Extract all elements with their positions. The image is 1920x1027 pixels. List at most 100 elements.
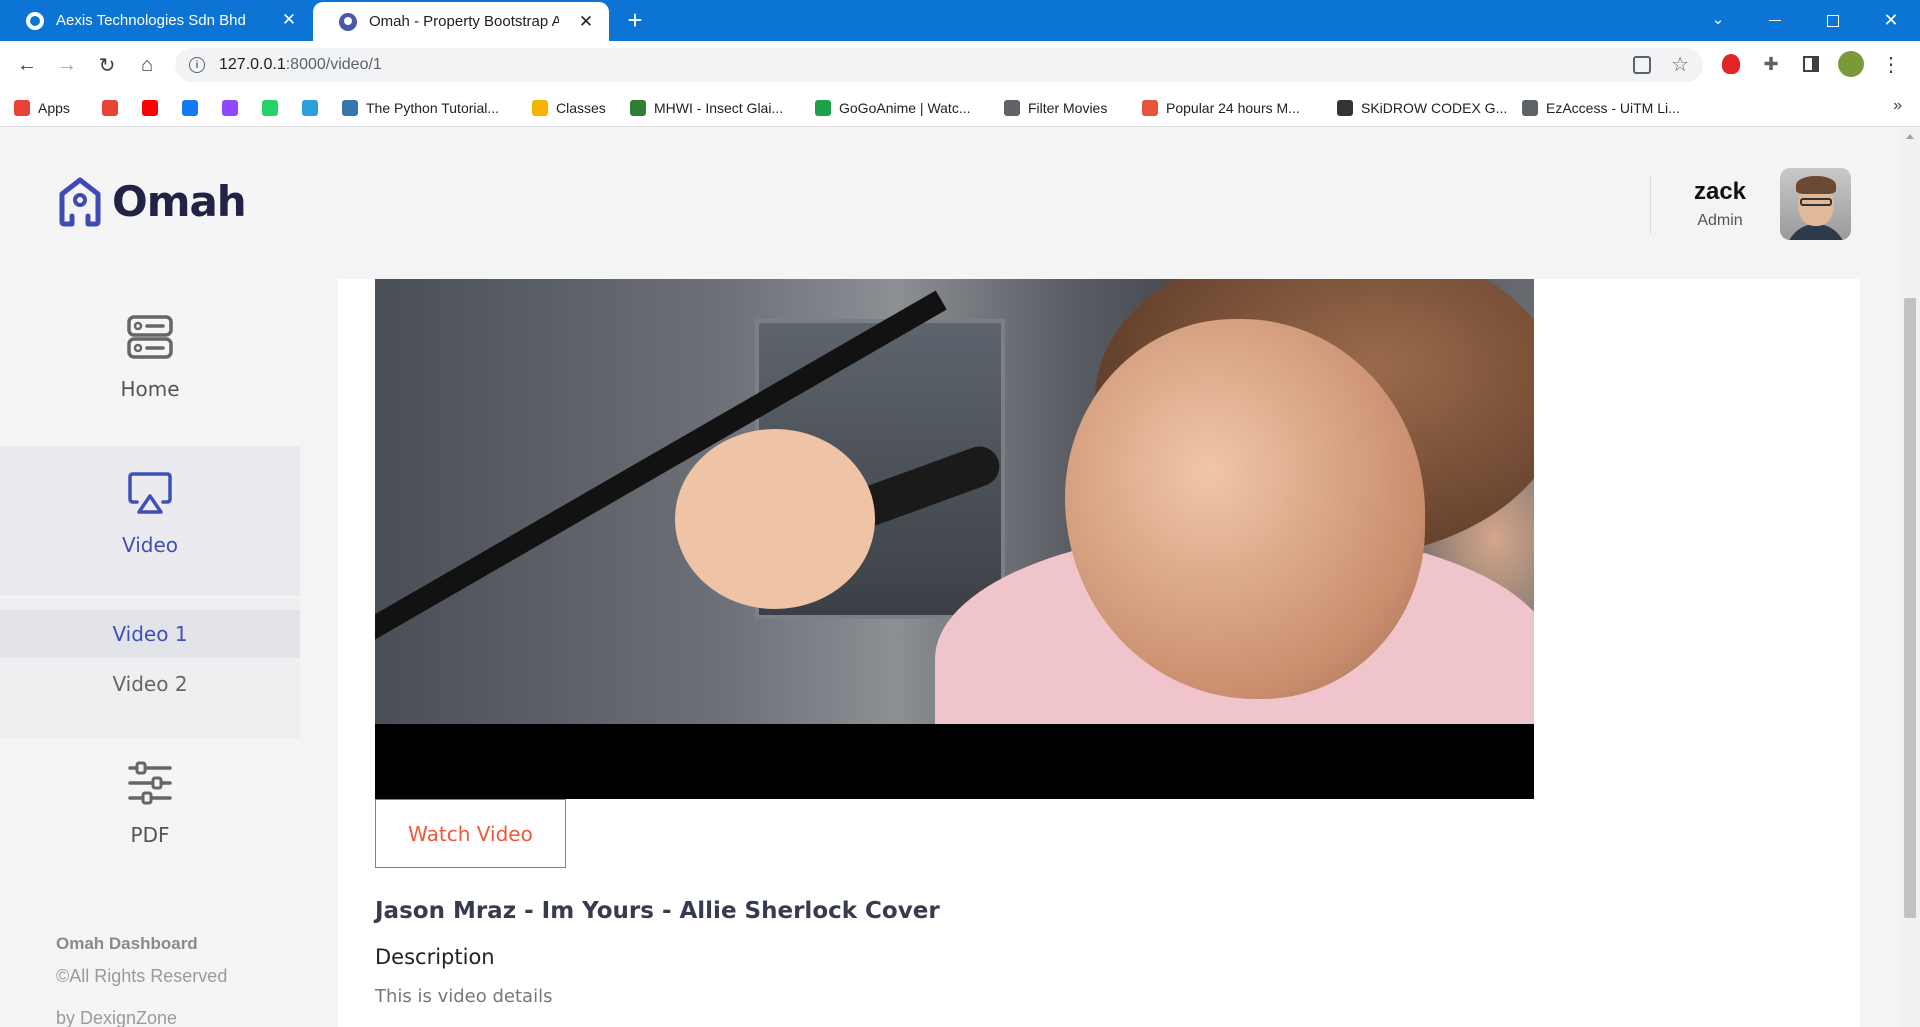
bookmark-item[interactable]: Popular 24 hours M... bbox=[1142, 98, 1300, 118]
avatar[interactable] bbox=[1780, 168, 1851, 240]
skull-icon bbox=[1337, 100, 1353, 116]
bookmark-item[interactable]: Filter Movies bbox=[1004, 98, 1107, 118]
extensions-puzzle-icon[interactable]: ✚ bbox=[1760, 53, 1782, 75]
description-heading: Description bbox=[375, 945, 495, 969]
bookmark-item[interactable] bbox=[142, 98, 158, 118]
omah-favicon-icon bbox=[339, 12, 357, 31]
bookmark-label: Classes bbox=[556, 100, 606, 116]
python-icon bbox=[342, 100, 358, 116]
window-close-button[interactable]: ✕ bbox=[1868, 0, 1914, 41]
sidebar-item-home[interactable]: Home bbox=[0, 314, 300, 414]
tab-search-icon[interactable]: ⌄ bbox=[1706, 10, 1730, 32]
forward-arrow-icon[interactable]: → bbox=[52, 50, 82, 80]
globe-icon bbox=[1522, 100, 1538, 116]
bookmark-star-icon[interactable]: ☆ bbox=[1671, 52, 1689, 77]
bookmark-item[interactable]: Classes bbox=[532, 98, 606, 118]
bookmark-label: MHWI - Insect Glai... bbox=[654, 100, 784, 116]
footer-by: by DexignZone bbox=[56, 1008, 178, 1027]
browser-tab-active[interactable]: Omah - Property Bootstrap Adm ✕ bbox=[313, 2, 609, 41]
close-icon[interactable]: ✕ bbox=[575, 11, 597, 33]
sidebar-item-video[interactable]: Video bbox=[0, 446, 300, 596]
bookmarks-bar: » Apps The Python Tutorial... Classes MHWI … bbox=[0, 89, 1920, 127]
sidebar-item-pdf[interactable]: PDF bbox=[0, 760, 300, 860]
video-thumbnail-image bbox=[375, 279, 1534, 724]
home-icon[interactable]: ⌂ bbox=[132, 50, 162, 80]
footer-title: Omah Dashboard bbox=[56, 934, 198, 953]
profile-avatar-icon[interactable] bbox=[1838, 51, 1864, 77]
back-arrow-icon[interactable]: ← bbox=[12, 50, 42, 80]
video-title: Jason Mraz - Im Yours - Allie Sherlock C… bbox=[375, 898, 940, 924]
mhwi-icon bbox=[630, 100, 646, 116]
globe-icon bbox=[1004, 100, 1020, 116]
bookmark-label: EzAccess - UiTM Li... bbox=[1546, 100, 1680, 116]
youtube-icon bbox=[142, 100, 158, 116]
bookmark-item[interactable]: MHWI - Insect Glai... bbox=[630, 98, 783, 118]
url-path: :8000/video/1 bbox=[285, 56, 382, 73]
submenu-item-video-2[interactable]: Video 2 bbox=[0, 660, 300, 708]
bookmark-label: Filter Movies bbox=[1028, 100, 1108, 116]
side-panel-icon[interactable] bbox=[1800, 53, 1822, 75]
airplay-icon bbox=[127, 470, 173, 521]
user-role: Admin bbox=[1697, 212, 1743, 229]
address-bar[interactable]: i 127.0.0.1 :8000/video/1 ☆ bbox=[175, 48, 1703, 82]
reload-icon[interactable]: ↻ bbox=[92, 50, 122, 80]
bookmark-label: The Python Tutorial... bbox=[366, 100, 500, 116]
user-name[interactable]: zack bbox=[1660, 178, 1780, 206]
bookmark-item[interactable] bbox=[182, 98, 198, 118]
header-divider bbox=[1650, 176, 1651, 234]
logo[interactable]: Omah bbox=[58, 176, 247, 227]
bookmark-item[interactable] bbox=[222, 98, 238, 118]
x-icon bbox=[1142, 100, 1158, 116]
submenu-item-video-1[interactable]: Video 1 bbox=[0, 610, 300, 658]
bookmark-item[interactable]: GoGoAnime | Watc... bbox=[815, 98, 971, 118]
telegram-icon bbox=[302, 100, 318, 116]
whatsapp-icon bbox=[262, 100, 278, 116]
bookmark-item[interactable]: EzAccess - UiTM Li... bbox=[1522, 98, 1680, 118]
apps-grid-icon bbox=[14, 100, 30, 116]
browser-tab-strip: Aexis Technologies Sdn Bhd ✕ Omah - Prop… bbox=[0, 0, 1920, 41]
video-thumbnail[interactable] bbox=[375, 279, 1534, 799]
url-host: 127.0.0.1 bbox=[219, 56, 286, 73]
sidebar-item-label: PDF bbox=[130, 823, 170, 847]
page-scrollbar[interactable] bbox=[1900, 128, 1920, 1027]
new-tab-button[interactable]: + bbox=[622, 7, 648, 34]
bookmark-item[interactable]: Apps bbox=[14, 98, 70, 118]
site-info-icon[interactable]: i bbox=[189, 57, 205, 73]
bookmark-item[interactable]: The Python Tutorial... bbox=[342, 98, 499, 118]
footer-rights: ©All Rights Reserved bbox=[56, 966, 228, 986]
logo-text: Omah bbox=[112, 176, 247, 226]
close-icon[interactable]: ✕ bbox=[278, 9, 300, 31]
server-icon bbox=[127, 314, 173, 365]
bookmark-label: Popular 24 hours M... bbox=[1166, 100, 1300, 116]
maximize-button[interactable] bbox=[1810, 0, 1856, 41]
bookmark-item[interactable] bbox=[302, 98, 318, 118]
gmail-icon bbox=[102, 100, 118, 116]
scroll-up-arrow-icon[interactable] bbox=[1906, 134, 1914, 139]
sidebar-item-label: Video bbox=[121, 533, 179, 557]
house-logo-icon bbox=[58, 176, 102, 227]
bookmark-label: SKiDROW CODEX G... bbox=[1361, 100, 1508, 116]
sliders-icon bbox=[127, 760, 173, 811]
kebab-menu-icon[interactable]: ⋮ bbox=[1880, 53, 1902, 76]
share-icon[interactable] bbox=[1633, 56, 1651, 74]
bookmark-item[interactable] bbox=[102, 98, 118, 118]
page: Omah Home Video Video 1 Video 2 PDF Omah… bbox=[0, 128, 1920, 1027]
scroll-thumb[interactable] bbox=[1904, 298, 1916, 918]
gogoanime-icon bbox=[815, 100, 831, 116]
video-submenu: Video 1 Video 2 bbox=[0, 598, 300, 738]
sidebar: Omah Home Video Video 1 Video 2 PDF Omah… bbox=[0, 128, 300, 1027]
bookmark-item[interactable]: SKiDROW CODEX G... bbox=[1337, 98, 1507, 118]
minimize-button[interactable] bbox=[1752, 0, 1798, 41]
browser-tab[interactable]: Aexis Technologies Sdn Bhd ✕ bbox=[0, 0, 312, 41]
classroom-icon bbox=[532, 100, 548, 116]
description-text: This is video details bbox=[375, 986, 553, 1007]
watch-video-button[interactable]: Watch Video bbox=[375, 799, 566, 868]
adblock-extension-icon[interactable] bbox=[1720, 53, 1742, 75]
bookmark-item[interactable] bbox=[262, 98, 278, 118]
globe-icon bbox=[26, 11, 44, 30]
bookmarks-overflow-icon[interactable]: » bbox=[1893, 97, 1902, 115]
tab-title: Omah - Property Bootstrap Adm bbox=[369, 13, 559, 30]
facebook-icon bbox=[182, 100, 198, 116]
browser-toolbar: ← → ↻ ⌂ i 127.0.0.1 :8000/video/1 ☆ ✚ ⋮ bbox=[0, 41, 1920, 89]
bookmark-label: Apps bbox=[38, 100, 70, 116]
